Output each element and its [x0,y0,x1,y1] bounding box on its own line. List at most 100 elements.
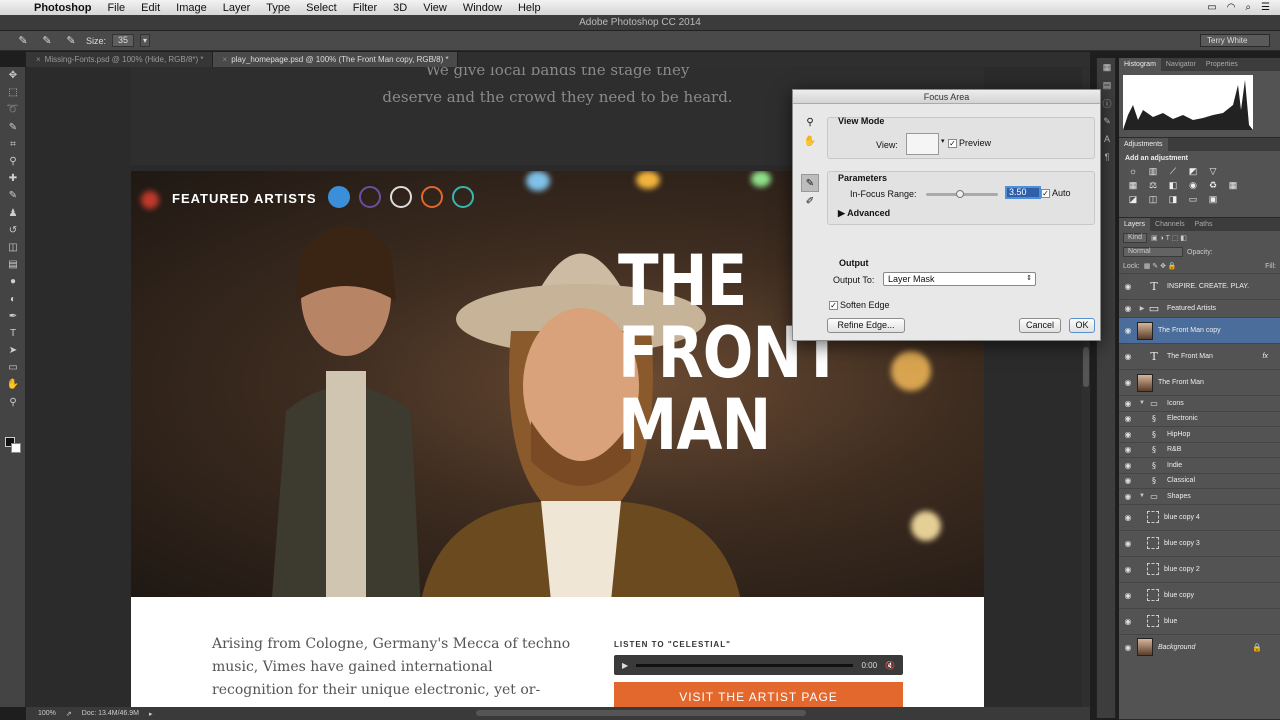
chevron-down-icon[interactable]: ▼ [1137,400,1147,406]
eye-icon[interactable]: ◉ [1119,326,1137,335]
eyedropper-tool-icon[interactable]: ⚲ [0,153,26,170]
horizontal-scrollbar[interactable] [476,710,806,716]
menu-window[interactable]: Window [455,2,510,14]
eye-icon[interactable]: ◉ [1119,282,1137,291]
view-dropdown-icon[interactable]: ▾ [941,137,945,145]
subtract-selection-icon[interactable]: ✎ [62,34,80,48]
type-tool-icon[interactable]: T [0,325,26,342]
blur-tool-icon[interactable]: ● [0,273,26,290]
filter-icons[interactable]: ▣ ◑ T ⬚ ◧ [1151,234,1187,242]
eye-icon[interactable]: ◉ [1119,399,1137,408]
tab-play-homepage[interactable]: × play_homepage.psd @ 100% (The Front Man… [212,52,458,67]
threshold-icon[interactable]: ◨ [1167,194,1179,205]
background-color[interactable] [11,443,21,453]
exposure-icon[interactable]: ◩ [1187,166,1199,177]
tab-navigator[interactable]: Navigator [1161,58,1201,71]
soften-edge-checkbox[interactable]: ✓ Soften Edge [829,300,890,311]
lasso-tool-icon[interactable]: ➰ [0,101,26,118]
close-icon[interactable]: × [223,52,228,67]
slider-knob[interactable] [956,190,964,198]
preview-checkbox[interactable]: ✓ Preview [948,138,991,149]
spotlight-icon[interactable]: ⌕ [1245,2,1251,13]
menu-file[interactable]: File [99,2,133,14]
crop-tool-icon[interactable]: ⌗ [0,136,26,153]
focus-brush-icon[interactable]: ✎ [801,174,819,192]
levels-icon[interactable]: ▥ [1147,166,1159,177]
posterize-icon[interactable]: ◫ [1147,194,1159,205]
refine-edge-button[interactable]: Refine Edge... [827,318,905,333]
scroll-thumb[interactable] [1083,347,1089,387]
channel-mixer-icon[interactable]: ♻ [1207,180,1219,191]
zoom-level[interactable]: 100% [38,710,56,717]
view-thumbnail[interactable] [906,133,939,155]
move-tool-icon[interactable]: ✥ [0,67,26,84]
layer-row[interactable]: ◉ § R&B [1119,441,1280,458]
eye-icon[interactable]: ◉ [1119,565,1137,574]
advanced-toggle[interactable]: ▶ Advanced [838,208,890,219]
pen-tool-icon[interactable]: ✒ [0,308,26,325]
eye-icon[interactable]: ◉ [1119,445,1137,454]
fx-icon[interactable]: fx [1263,353,1268,360]
menu-view[interactable]: View [415,2,455,14]
artist-dot-5[interactable] [452,186,474,208]
eye-icon[interactable]: ◉ [1119,492,1137,501]
color-lookup-icon[interactable]: ▦ [1227,180,1239,191]
eye-icon[interactable]: ◉ [1119,591,1137,600]
layer-group-row[interactable]: ◉ ▼ ▭ Shapes [1119,488,1280,504]
wifi-icon[interactable]: ◠ [1227,2,1236,13]
eye-icon[interactable]: ◉ [1119,643,1137,652]
eye-icon[interactable]: ◉ [1119,430,1137,439]
tab-missing-fonts[interactable]: × Missing-Fonts.psd @ 100% (Hide, RGB/8*)… [26,52,213,67]
kind-filter[interactable]: Kind [1123,233,1148,243]
share-icon[interactable]: ⇗ [66,710,72,718]
menu-filter[interactable]: Filter [345,2,385,14]
clone-stamp-icon[interactable]: ♟ [0,205,26,222]
history-panel-icon[interactable]: ▦ [1097,58,1117,76]
menu-type[interactable]: Type [258,2,298,14]
close-icon[interactable]: × [36,52,41,67]
brush-tool-icon[interactable]: ✎ [0,187,26,204]
layer-row[interactable]: ◉ T The Front Man fx [1119,343,1280,369]
layer-row[interactable]: ◉ blue copy [1119,581,1280,608]
menu-select[interactable]: Select [298,2,345,14]
artist-dot-1[interactable] [328,186,350,208]
menu-layer[interactable]: Layer [215,2,259,14]
layer-row[interactable]: ◉ § Indie [1119,457,1280,473]
layer-row[interactable]: ◉ T INSPIRE. CREATE. PLAY. [1119,273,1280,299]
eye-icon[interactable]: ◉ [1119,414,1137,423]
output-to-select[interactable]: Layer Mask [883,272,1036,286]
lock-icons[interactable]: ▦ ✎ ✥ 🔒 [1144,262,1177,270]
artist-dot-3[interactable] [390,186,412,208]
vibrance-icon[interactable]: ▽ [1207,166,1219,177]
auto-checkbox[interactable]: ✓ Auto [1041,188,1071,199]
history-brush-icon[interactable]: ↺ [0,222,26,239]
eye-icon[interactable]: ◉ [1119,378,1137,387]
invert-icon[interactable]: ◪ [1127,194,1139,205]
size-input[interactable]: 35 [112,34,135,47]
marquee-tool-icon[interactable]: ⬚ [0,84,26,101]
layer-row[interactable]: ◉ § HipHop [1119,426,1280,442]
layer-row[interactable]: ◉ § Classical [1119,472,1280,489]
gradient-tool-icon[interactable]: ▤ [0,256,26,273]
layer-row[interactable]: ◉ The Front Man [1119,369,1280,395]
layer-row[interactable]: ◉ § Electronic [1119,410,1280,427]
quick-selection-tool-icon[interactable]: ✎ [14,34,32,48]
eye-icon[interactable]: ◉ [1119,476,1137,485]
layer-row-selected[interactable]: ◉ The Front Man copy [1119,317,1280,343]
shape-tool-icon[interactable]: ▭ [0,359,26,376]
eye-icon[interactable]: ◉ [1119,539,1137,548]
brightness-icon[interactable]: ☼ [1127,166,1139,177]
audio-player[interactable]: ▶ 0:00 🔇 [614,655,903,675]
black-white-icon[interactable]: ◧ [1167,180,1179,191]
tab-channels[interactable]: Channels [1150,218,1190,231]
battery-icon[interactable]: ▭ [1207,2,1216,13]
zoom-tool-icon[interactable]: ⚲ [0,394,26,411]
eye-icon[interactable]: ◉ [1119,513,1137,522]
layer-row-background[interactable]: ◉ Background 🔒 [1119,633,1280,660]
tab-paths[interactable]: Paths [1190,218,1218,231]
eye-icon[interactable]: ◉ [1119,352,1137,361]
menu-edit[interactable]: Edit [133,2,168,14]
layer-row[interactable]: ◉ blue copy 4 [1119,503,1280,530]
layer-row[interactable]: ◉ blue copy 2 [1119,555,1280,582]
status-menu-icon[interactable]: ▸ [149,710,153,718]
